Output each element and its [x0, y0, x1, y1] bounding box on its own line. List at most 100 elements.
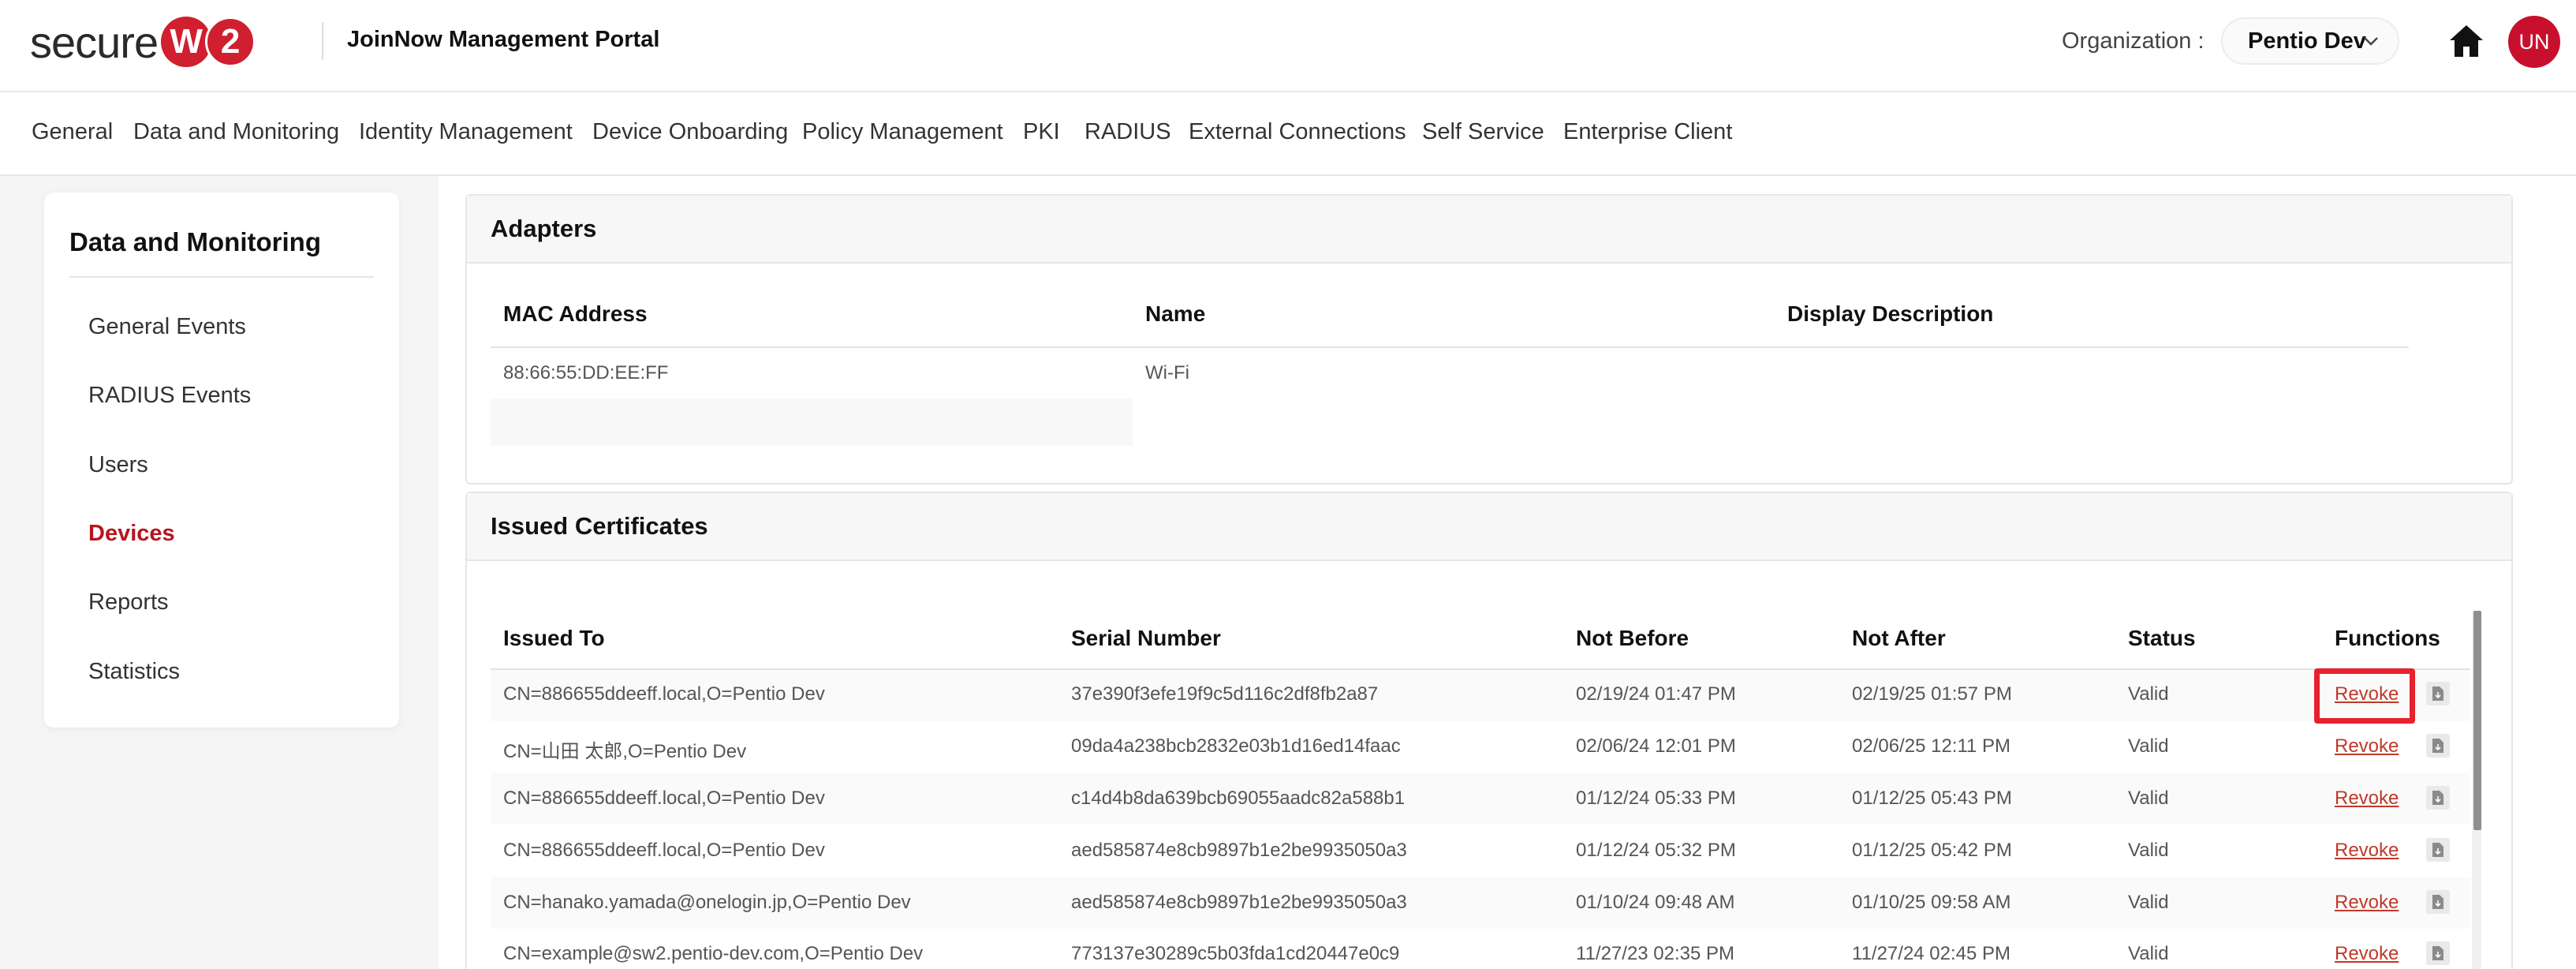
nav-radius[interactable]: RADIUS — [1085, 119, 1171, 145]
cert-serial: aed585874e8cb9897b1e2be9935050a3 — [1071, 840, 1407, 861]
download-file-icon[interactable] — [2426, 734, 2450, 758]
adapters-panel: Adapters MAC Address Name Display Descri… — [465, 194, 2513, 484]
column-mac-address: MAC Address — [503, 301, 648, 326]
logo-w-badge: W — [161, 17, 212, 67]
revoke-button[interactable]: Revoke — [2335, 892, 2399, 914]
cert-not-after: 02/19/25 01:57 PM — [1852, 683, 2012, 705]
revoke-button[interactable]: Revoke — [2335, 943, 2399, 965]
cert-issued-to: CN=example@sw2.pentio-dev.com,O=Pentio D… — [503, 943, 924, 964]
download-file-icon[interactable] — [2426, 682, 2450, 705]
cert-issued-to: CN=886655ddeeff.local,O=Pentio Dev — [503, 683, 825, 705]
nav-identity-management[interactable]: Identity Management — [359, 119, 573, 145]
cert-serial: c14d4b8da639bcb69055aadc82a588b1 — [1071, 788, 1406, 809]
cert-not-before: 01/12/24 05:33 PM — [1576, 788, 1736, 809]
cert-status: Valid — [2128, 683, 2169, 705]
revoke-button[interactable]: Revoke — [2335, 788, 2399, 810]
certificates-scrollbar-thumb[interactable] — [2473, 611, 2481, 830]
column-issued-to: Issued To — [503, 626, 605, 650]
sidebar-item-statistics[interactable]: Statistics — [88, 659, 180, 685]
nav-data-and-monitoring[interactable]: Data and Monitoring — [133, 119, 339, 145]
cert-not-after: 01/10/25 09:58 AM — [1852, 892, 2011, 913]
main-navigation: General Data and Monitoring Identity Man… — [0, 92, 2576, 176]
nav-self-service[interactable]: Self Service — [1422, 119, 1544, 145]
user-avatar[interactable]: UN — [2508, 16, 2560, 68]
cert-not-before: 01/12/24 05:32 PM — [1576, 840, 1736, 861]
cert-serial: aed585874e8cb9897b1e2be9935050a3 — [1071, 892, 1407, 913]
nav-device-onboarding[interactable]: Device Onboarding — [592, 119, 788, 145]
cert-issued-to: CN=886655ddeeff.local,O=Pentio Dev — [503, 840, 825, 861]
column-not-before: Not Before — [1576, 626, 1689, 650]
sidebar-item-reports[interactable]: Reports — [88, 589, 169, 615]
organization-label: Organization : — [2062, 28, 2205, 54]
top-header: secure W 2 JoinNow Management Portal Org… — [0, 0, 2576, 92]
cert-status: Valid — [2128, 788, 2169, 809]
chevron-down-icon — [2364, 37, 2378, 46]
nav-policy-management[interactable]: Policy Management — [802, 119, 1003, 145]
sidebar-item-devices[interactable]: Devices — [88, 521, 175, 547]
cert-not-after: 02/06/25 12:11 PM — [1852, 735, 2011, 757]
sidebar-item-general-events[interactable]: General Events — [88, 314, 246, 340]
column-serial-number: Serial Number — [1071, 626, 1221, 650]
column-name: Name — [1145, 301, 1206, 326]
download-file-icon — [2432, 687, 2443, 701]
securew2-logo[interactable]: secure W 2 — [30, 16, 256, 68]
cert-issued-to: CN=hanako.yamada@onelogin.jp,O=Pentio De… — [503, 892, 911, 913]
nav-enterprise-client[interactable]: Enterprise Client — [1563, 119, 1732, 145]
cert-serial: 773137e30289c5b03fda1cd20447e0c9 — [1071, 943, 1400, 964]
revoke-button[interactable]: Revoke — [2335, 840, 2399, 862]
cert-serial: 37e390f3efe19f9c5d116c2df8fb2a87 — [1071, 683, 1379, 705]
logo-2-badge: 2 — [205, 17, 256, 67]
download-file-icon[interactable] — [2426, 941, 2450, 965]
sidebar-divider — [69, 276, 374, 278]
adapters-title: Adapters — [467, 196, 2511, 264]
column-status: Status — [2128, 626, 2196, 650]
portal-title: JoinNow Management Portal — [347, 27, 660, 52]
adapters-empty-row — [491, 398, 1133, 446]
download-file-icon — [2432, 946, 2443, 960]
home-icon[interactable] — [2448, 24, 2485, 58]
sidebar-title: Data and Monitoring — [69, 227, 321, 256]
revoke-button[interactable]: Revoke — [2335, 735, 2399, 758]
column-display-description: Display Description — [1787, 301, 1994, 326]
adapter-mac: 88:66:55:DD:EE:FF — [503, 362, 669, 383]
cert-not-before: 01/10/24 09:48 AM — [1576, 892, 1735, 913]
cert-status: Valid — [2128, 892, 2169, 913]
logo-wordmark: secure — [30, 17, 159, 67]
organization-select[interactable]: Pentio Dev — [2221, 17, 2399, 65]
cert-status: Valid — [2128, 735, 2169, 757]
sidebar: Data and Monitoring General Events RADIU… — [44, 193, 399, 728]
nav-external-connections[interactable]: External Connections — [1189, 119, 1406, 145]
cert-not-before: 02/19/24 01:47 PM — [1576, 683, 1736, 705]
download-file-icon — [2432, 843, 2443, 857]
header-divider — [322, 22, 323, 60]
download-file-icon — [2432, 739, 2443, 753]
issued-certificates-panel: Issued Certificates Issued To Serial Num… — [465, 492, 2513, 969]
download-file-icon[interactable] — [2426, 838, 2450, 862]
issued-certificates-title: Issued Certificates — [467, 493, 2511, 561]
cert-not-after: 11/27/24 02:45 PM — [1852, 943, 2011, 964]
cert-not-before: 11/27/23 02:35 PM — [1576, 943, 1735, 964]
organization-value: Pentio Dev — [2248, 28, 2366, 54]
adapter-name: Wi-Fi — [1145, 362, 1189, 383]
sidebar-item-users[interactable]: Users — [88, 452, 148, 478]
download-file-icon — [2432, 791, 2443, 805]
revoke-button[interactable]: Revoke — [2335, 683, 2399, 705]
cert-not-after: 01/12/25 05:42 PM — [1852, 840, 2012, 861]
adapters-header-divider — [491, 346, 2409, 348]
main-content: Adapters MAC Address Name Display Descri… — [439, 176, 2576, 969]
cert-not-before: 02/06/24 12:01 PM — [1576, 735, 1736, 757]
nav-general[interactable]: General — [32, 119, 113, 145]
column-not-after: Not After — [1852, 626, 1946, 650]
download-file-icon[interactable] — [2426, 786, 2450, 810]
sidebar-item-radius-events[interactable]: RADIUS Events — [88, 383, 251, 409]
cert-not-after: 01/12/25 05:43 PM — [1852, 788, 2012, 809]
cert-issued-to: CN=山田 太郎,O=Pentio Dev — [503, 741, 747, 762]
cert-issued-to: CN=886655ddeeff.local,O=Pentio Dev — [503, 788, 825, 809]
nav-pki[interactable]: PKI — [1023, 119, 1060, 145]
cert-serial: 09da4a238bcb2832e03b1d16ed14faac — [1071, 735, 1401, 757]
download-file-icon[interactable] — [2426, 890, 2450, 914]
cert-status: Valid — [2128, 840, 2169, 861]
cert-status: Valid — [2128, 943, 2169, 964]
download-file-icon — [2432, 895, 2443, 909]
column-functions: Functions — [2335, 626, 2440, 650]
